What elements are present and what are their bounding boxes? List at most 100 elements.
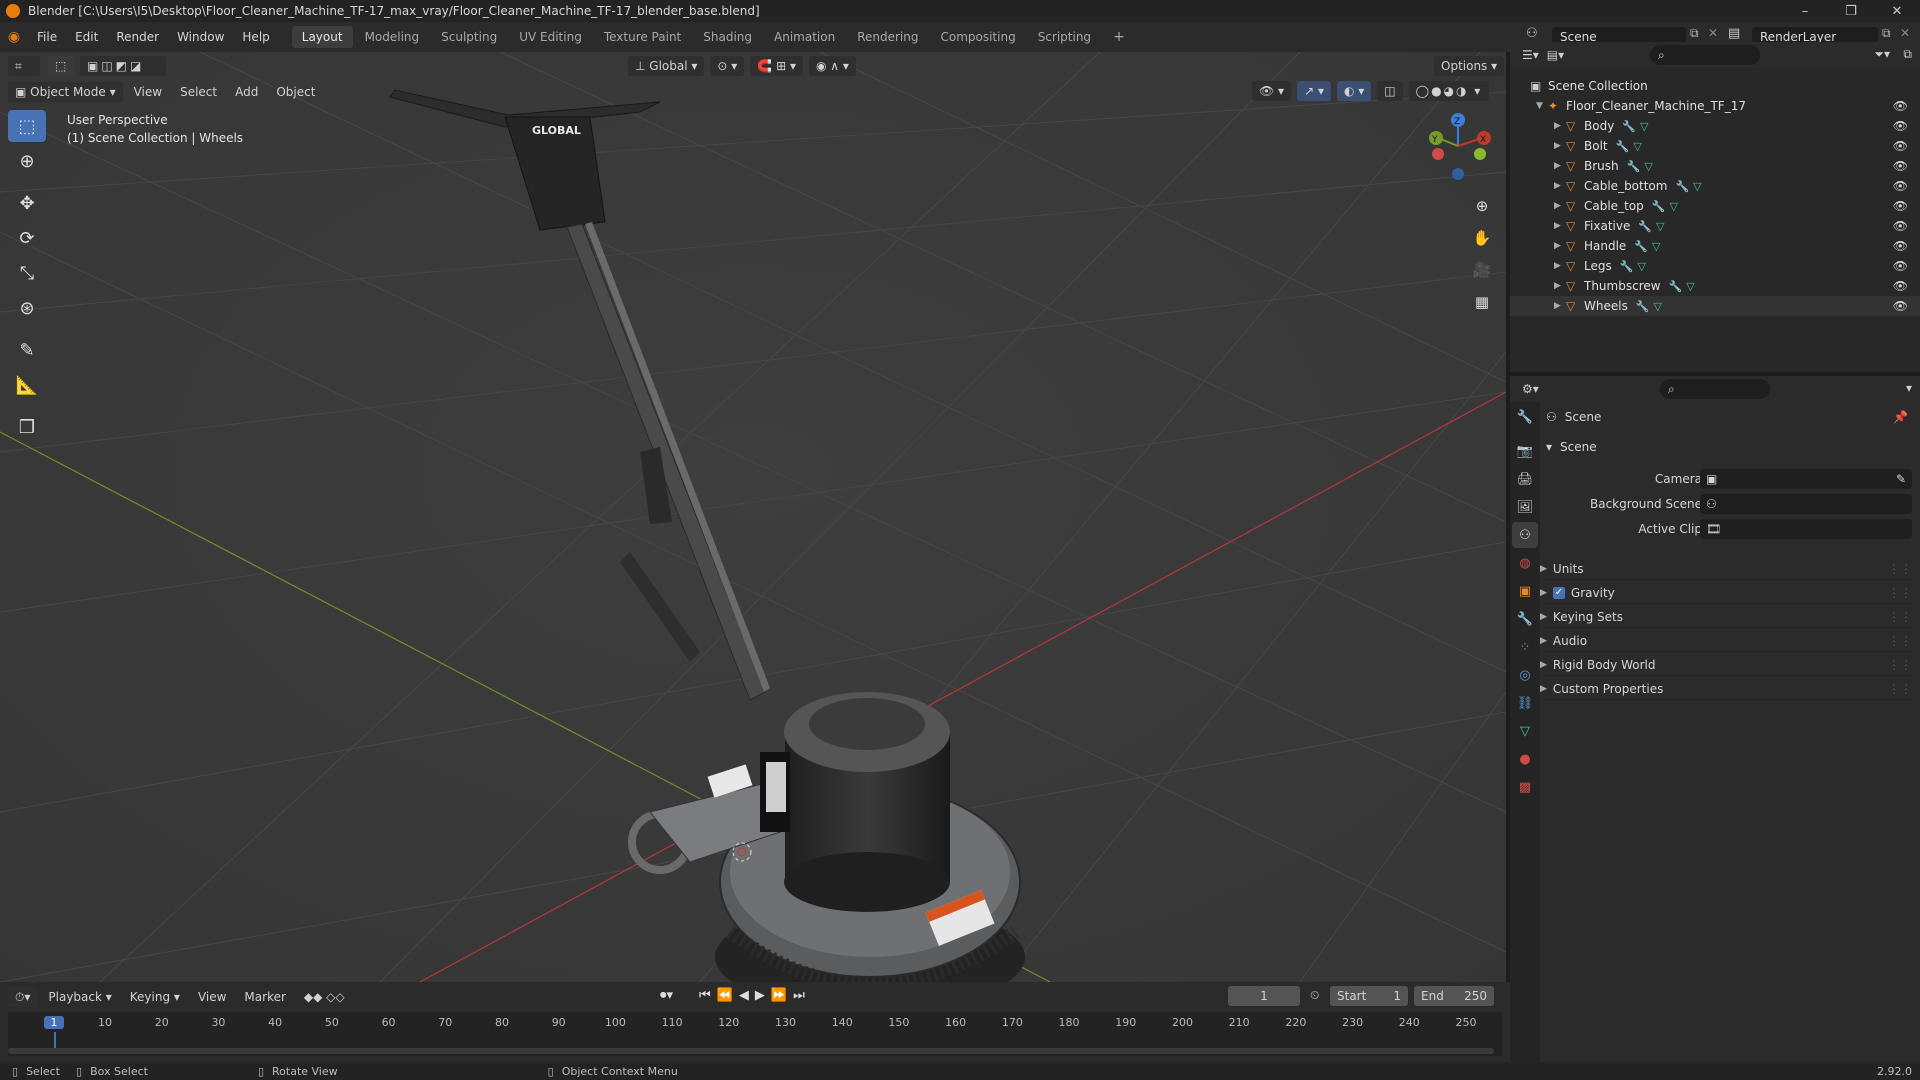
texture-tab-icon[interactable]: ▩ — [1512, 774, 1538, 800]
visibility-eye-icon[interactable]: 👁 — [1893, 119, 1908, 133]
selection-mode-buttons[interactable]: ▣◫◩◪ — [80, 56, 166, 76]
cursor-tool-icon[interactable]: ⊕ — [8, 145, 46, 177]
drag-handle-icon[interactable]: ⋮⋮ — [1888, 658, 1912, 672]
mesh-data-icon[interactable]: ▽ — [1693, 180, 1701, 193]
expand-right-icon[interactable]: ▶ — [1554, 121, 1566, 131]
modifier-wrench-icon[interactable]: 🔧 — [1675, 180, 1689, 193]
start-frame-field[interactable]: Start 1 — [1330, 986, 1408, 1006]
properties-editor-type-icon[interactable]: ⚙▾ — [1522, 382, 1539, 396]
gizmo-toggle[interactable]: ↗ ▾ — [1297, 81, 1331, 101]
outliner-root[interactable]: ▣ Scene Collection — [1510, 76, 1920, 96]
mesh-data-icon[interactable]: ▽ — [1656, 220, 1664, 233]
zoom-icon[interactable]: ⊕ — [1468, 192, 1496, 220]
keyframe-buttons[interactable]: ◆◆ ◇◇ — [297, 987, 352, 1007]
visibility-eye-icon[interactable]: 👁 — [1893, 279, 1908, 293]
filter-icon[interactable]: ⏷▾ — [1874, 47, 1890, 62]
menu-select[interactable]: Select — [173, 82, 224, 102]
drag-handle-icon[interactable]: ⋮⋮ — [1888, 586, 1912, 600]
current-frame-field[interactable]: 1 — [1228, 986, 1300, 1006]
menu-object[interactable]: Object — [269, 82, 322, 102]
select-tool-icon[interactable]: ⬚ — [48, 56, 74, 76]
modifier-wrench-icon[interactable]: 🔧 — [1634, 240, 1648, 253]
visibility-eye-icon[interactable]: 👁 — [1893, 259, 1908, 273]
timeline-editor-type-icon[interactable]: ⏱▾ — [8, 987, 38, 1007]
particles-tab-icon[interactable]: ⁘ — [1512, 634, 1538, 660]
jump-keyframe-back-icon[interactable]: ⏪ — [717, 988, 733, 1003]
material-tab-icon[interactable]: ● — [1512, 746, 1538, 772]
drag-handle-icon[interactable]: ⋮⋮ — [1888, 562, 1912, 576]
xray-toggle[interactable]: ◫ — [1377, 81, 1403, 101]
snap-toggle[interactable]: 🧲 ⊞ ▾ — [750, 56, 803, 76]
modifier-wrench-icon[interactable]: 🔧 — [1627, 160, 1641, 173]
expand-down-icon[interactable]: ▼ — [1536, 101, 1548, 111]
visibility-dropdown[interactable]: 👁 ▾ — [1252, 81, 1292, 101]
outliner-item-fixative[interactable]: ▶ ▽ Fixative 🔧 ▽ 👁 — [1510, 216, 1920, 236]
modifier-wrench-icon[interactable]: 🔧 — [1616, 140, 1630, 153]
mesh-data-icon[interactable]: ▽ — [1686, 280, 1694, 293]
3d-viewport[interactable]: GLOBAL ⌗ ⬚ ▣◫◩◪ ⊥ Global ▾ ⊙ ▾ 🧲 ⊞ ▾ ◉ ∧… — [0, 52, 1506, 982]
tool-tab-icon[interactable]: 🔧 — [1512, 404, 1538, 430]
play-icon[interactable]: ▶ — [755, 988, 765, 1003]
tab-uv-editing[interactable]: UV Editing — [509, 26, 592, 48]
mesh-data-icon[interactable]: ▽ — [1633, 140, 1641, 153]
shading-mode-buttons[interactable]: ◯●◕◑ ▾ — [1408, 81, 1490, 101]
tab-sculpting[interactable]: Sculpting — [431, 26, 507, 48]
measure-tool-icon[interactable]: 📐 — [8, 369, 46, 401]
new-scene-icon[interactable]: ⧉ — [1690, 26, 1699, 41]
jump-end-icon[interactable]: ⏭ — [793, 988, 805, 1003]
modifier-wrench-icon[interactable]: 🔧 — [1636, 300, 1650, 313]
outliner-item-handle[interactable]: ▶ ▽ Handle 🔧 ▽ 👁 — [1510, 236, 1920, 256]
object-tab-icon[interactable]: ▣ — [1512, 578, 1538, 604]
field-active-clip[interactable]: 🎞 — [1700, 519, 1912, 539]
select-box-tool-icon[interactable]: ⬚ — [8, 110, 46, 142]
expand-right-icon[interactable]: ▶ — [1554, 261, 1566, 271]
outliner-item-brush[interactable]: ▶ ▽ Brush 🔧 ▽ 👁 — [1510, 156, 1920, 176]
outliner-item-wheels[interactable]: ▶ ▽ Wheels 🔧 ▽ 👁 — [1510, 296, 1920, 316]
mesh-data-icon[interactable]: ▽ — [1669, 200, 1677, 213]
menu-file[interactable]: File — [28, 22, 66, 52]
expand-right-icon[interactable]: ▶ — [1554, 241, 1566, 251]
preview-range-icon[interactable]: ⏲ — [1310, 988, 1319, 1003]
modifier-tab-icon[interactable]: 🔧 — [1512, 606, 1538, 632]
tab-compositing[interactable]: Compositing — [930, 26, 1025, 48]
expand-right-icon[interactable]: ▶ — [1554, 181, 1566, 191]
tab-shading[interactable]: Shading — [693, 26, 762, 48]
delete-scene-icon[interactable]: ✕ — [1708, 26, 1718, 40]
menu-playback[interactable]: Playback ▾ — [41, 987, 118, 1007]
pan-hand-icon[interactable]: ✋ — [1468, 224, 1496, 252]
outliner-item-thumbscrew[interactable]: ▶ ▽ Thumbscrew 🔧 ▽ 👁 — [1510, 276, 1920, 296]
tab-modeling[interactable]: Modeling — [355, 26, 430, 48]
camera-view-icon[interactable]: 🎥 — [1468, 256, 1496, 284]
outliner-item-bolt[interactable]: ▶ ▽ Bolt 🔧 ▽ 👁 — [1510, 136, 1920, 156]
new-collection-icon[interactable]: ⧉ — [1903, 47, 1912, 62]
panel-gravity[interactable]: ▶ ✓ Gravity ⋮⋮ — [1540, 582, 1912, 604]
visibility-eye-icon[interactable]: 👁 — [1893, 219, 1908, 233]
outliner-editor-type-icon[interactable]: ☰▾ — [1522, 48, 1539, 62]
playhead-line[interactable] — [54, 1032, 56, 1048]
scene-panel-header[interactable]: ▾ Scene — [1546, 440, 1912, 454]
expand-right-icon[interactable]: ▶ — [1554, 141, 1566, 151]
mesh-data-icon[interactable]: ▽ — [1640, 120, 1648, 133]
add-workspace-icon[interactable]: + — [1103, 26, 1135, 48]
render-tab-icon[interactable]: 📷 — [1512, 438, 1538, 464]
panel-audio[interactable]: ▶ Audio ⋮⋮ — [1540, 630, 1912, 652]
blender-menu-icon[interactable]: ◉ — [0, 29, 28, 45]
constraints-tab-icon[interactable]: ⛓ — [1512, 690, 1538, 716]
outliner-item-cable-top[interactable]: ▶ ▽ Cable_top 🔧 ▽ 👁 — [1510, 196, 1920, 216]
new-view-layer-icon[interactable]: ⧉ — [1882, 26, 1891, 41]
modifier-wrench-icon[interactable]: 🔧 — [1638, 220, 1652, 233]
playhead-frame-indicator[interactable]: 1 — [44, 1016, 64, 1029]
visibility-eye-icon[interactable]: 👁 — [1893, 299, 1908, 313]
panel-custom-properties[interactable]: ▶ Custom Properties ⋮⋮ — [1540, 678, 1912, 700]
expand-right-icon[interactable]: ▶ — [1554, 201, 1566, 211]
panel-keying-sets[interactable]: ▶ Keying Sets ⋮⋮ — [1540, 606, 1912, 628]
outliner-search-input[interactable]: ⌕ — [1650, 45, 1760, 65]
drag-handle-icon[interactable]: ⋮⋮ — [1888, 610, 1912, 624]
modifier-wrench-icon[interactable]: 🔧 — [1620, 260, 1634, 273]
outliner-item-body[interactable]: ▶ ▽ Body 🔧 ▽ 👁 — [1510, 116, 1920, 136]
tab-texture-paint[interactable]: Texture Paint — [594, 26, 691, 48]
eyedropper-icon[interactable]: ✎ — [1896, 469, 1906, 489]
expand-right-icon[interactable]: ▶ — [1554, 221, 1566, 231]
tab-rendering[interactable]: Rendering — [847, 26, 928, 48]
close-button[interactable]: ✕ — [1874, 0, 1920, 22]
